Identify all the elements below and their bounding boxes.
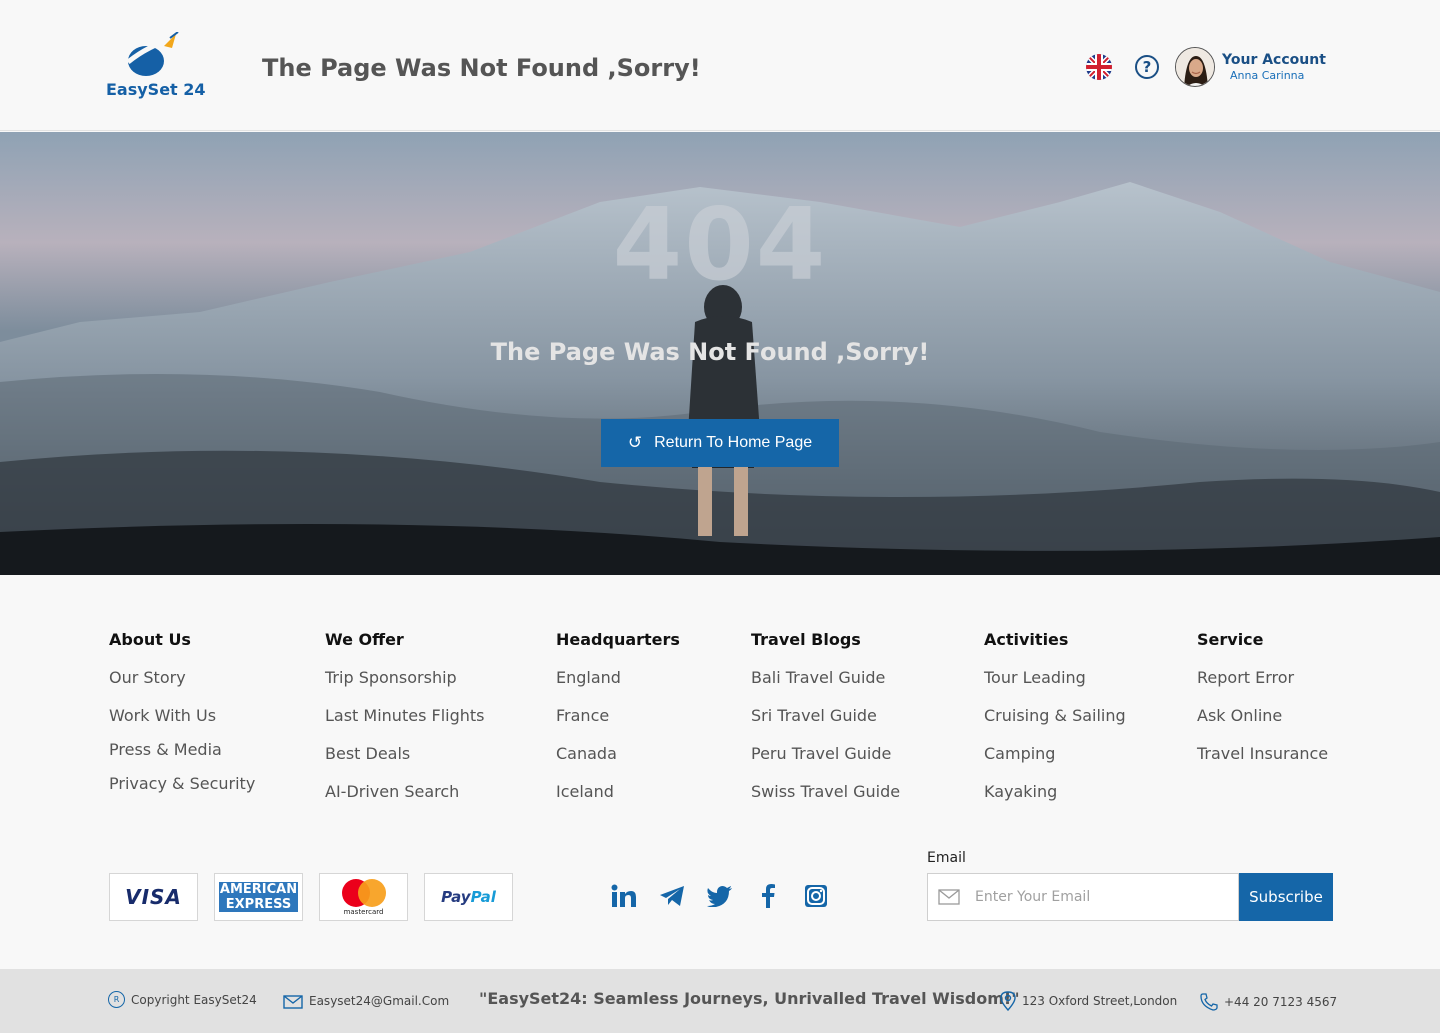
mail-icon [938, 889, 960, 905]
copyright-text: Copyright EasySet24 [131, 992, 257, 1007]
footer-heading: We Offer [325, 630, 404, 649]
footer-link[interactable]: Press & Media [109, 740, 222, 759]
paypal-text-a: Pay [441, 888, 471, 906]
amex-line2: EXPRESS [225, 897, 292, 912]
footer-heading: Headquarters [556, 630, 680, 649]
paypal-logo: PayPal [441, 888, 496, 906]
help-icon[interactable]: ? [1135, 55, 1159, 79]
paypal-card: PayPal [424, 873, 513, 921]
footer-link[interactable]: Kayaking [984, 782, 1057, 801]
visa-logo: VISA [125, 885, 182, 909]
footer-link[interactable]: Last Minutes Flights [325, 706, 484, 725]
footer-link[interactable]: Work With Us [109, 706, 216, 725]
registered-icon: R [108, 991, 125, 1008]
footer-link[interactable]: Peru Travel Guide [751, 744, 891, 763]
address: 123 Oxford Street,London [1000, 991, 1177, 1011]
footer-link[interactable]: France [556, 706, 609, 725]
phone-icon [1200, 993, 1218, 1011]
footer-link[interactable]: Trip Sponsorship [325, 668, 457, 687]
amex-logo: AMERICAN EXPRESS [218, 882, 299, 912]
footer-heading: Service [1197, 630, 1264, 649]
contact-email-text: Easyset24@Gmail.Com [309, 994, 450, 1008]
account-name: Anna Carinna [1230, 69, 1305, 82]
email-input[interactable] [975, 874, 1233, 920]
return-arrow-icon: ↺ [627, 433, 643, 452]
logo-plane-icon [126, 32, 179, 76]
footer-link[interactable]: Cruising & Sailing [984, 706, 1126, 725]
logo[interactable]: EasySet 24 [104, 32, 206, 102]
copyright: R Copyright EasySet24 [108, 991, 257, 1008]
email-field-wrapper [927, 873, 1239, 921]
footer-link[interactable]: Sri Travel Guide [751, 706, 877, 725]
phone[interactable]: +44 20 7123 4567 [1200, 993, 1337, 1011]
hero-banner: 404 The Page Was Not Found ,Sorry! ↺ Ret… [0, 132, 1440, 575]
footer-heading: Activities [984, 630, 1069, 649]
amex-line1: AMERICAN [219, 882, 298, 897]
footer-link[interactable]: Our Story [109, 668, 186, 687]
uk-flag-icon[interactable] [1086, 54, 1112, 80]
return-home-button[interactable]: ↺ Return To Home Page [601, 419, 839, 467]
footer-column-service: Service Report Error Ask Online Travel I… [1197, 630, 1328, 763]
footer-column-about: About Us Our Story Work With Us Press & … [109, 630, 255, 793]
site-header: EasySet 24 The Page Was Not Found ,Sorry… [0, 0, 1440, 131]
footer-heading: Travel Blogs [751, 630, 861, 649]
bottom-bar: R Copyright EasySet24 Easyset24@Gmail.Co… [0, 969, 1440, 1033]
contact-email[interactable]: Easyset24@Gmail.Com [283, 993, 449, 1009]
mastercard-text: mastercard [343, 908, 384, 916]
footer-column-blogs: Travel Blogs Bali Travel Guide Sri Trave… [751, 630, 900, 801]
facebook-icon[interactable] [754, 882, 782, 910]
address-text: 123 Oxford Street,London [1022, 994, 1178, 1008]
footer-link[interactable]: Travel Insurance [1197, 744, 1328, 763]
error-code: 404 [612, 186, 828, 303]
avatar[interactable] [1175, 47, 1215, 87]
location-pin-icon [1000, 991, 1016, 1011]
error-message: The Page Was Not Found ,Sorry! [490, 338, 930, 366]
mastercard-card: mastercard [319, 873, 408, 921]
footer-link[interactable]: Ask Online [1197, 706, 1282, 725]
footer-link[interactable]: England [556, 668, 621, 687]
footer-link[interactable]: Canada [556, 744, 617, 763]
footer-column-activities: Activities Tour Leading Cruising & Saili… [984, 630, 1126, 801]
footer-link[interactable]: Camping [984, 744, 1055, 763]
footer-column-offer: We Offer Trip Sponsorship Last Minutes F… [325, 630, 484, 801]
account-label[interactable]: Your Account [1222, 52, 1326, 68]
footer-link[interactable]: Privacy & Security [109, 774, 255, 793]
footer-link[interactable]: Swiss Travel Guide [751, 782, 900, 801]
footer-link[interactable]: AI-Driven Search [325, 782, 459, 801]
envelope-icon [283, 995, 303, 1009]
mastercard-logo: mastercard [340, 879, 388, 916]
tagline: "EasySet24: Seamless Journeys, Unrivalle… [479, 989, 1020, 1008]
subscribe-button[interactable]: Subscribe [1239, 873, 1333, 921]
phone-text: +44 20 7123 4567 [1224, 995, 1338, 1009]
footer-link[interactable]: Report Error [1197, 668, 1294, 687]
page-title: The Page Was Not Found ,Sorry! [262, 54, 701, 82]
instagram-icon[interactable] [802, 882, 830, 910]
telegram-icon[interactable] [658, 882, 686, 910]
footer-link[interactable]: Iceland [556, 782, 614, 801]
footer-column-headquarters: Headquarters England France Canada Icela… [556, 630, 680, 801]
linkedin-icon[interactable] [610, 882, 638, 910]
footer-link[interactable]: Bali Travel Guide [751, 668, 885, 687]
visa-card: VISA [109, 873, 198, 921]
footer-link[interactable]: Best Deals [325, 744, 410, 763]
return-home-label: Return To Home Page [654, 434, 813, 451]
email-label: Email [927, 850, 966, 866]
footer-link[interactable]: Tour Leading [984, 668, 1086, 687]
logo-text: EasySet 24 [106, 80, 206, 99]
twitter-icon[interactable] [706, 882, 734, 910]
paypal-text-b: Pal [470, 888, 496, 906]
footer-heading: About Us [109, 630, 191, 649]
amex-card: AMERICAN EXPRESS [214, 873, 303, 921]
